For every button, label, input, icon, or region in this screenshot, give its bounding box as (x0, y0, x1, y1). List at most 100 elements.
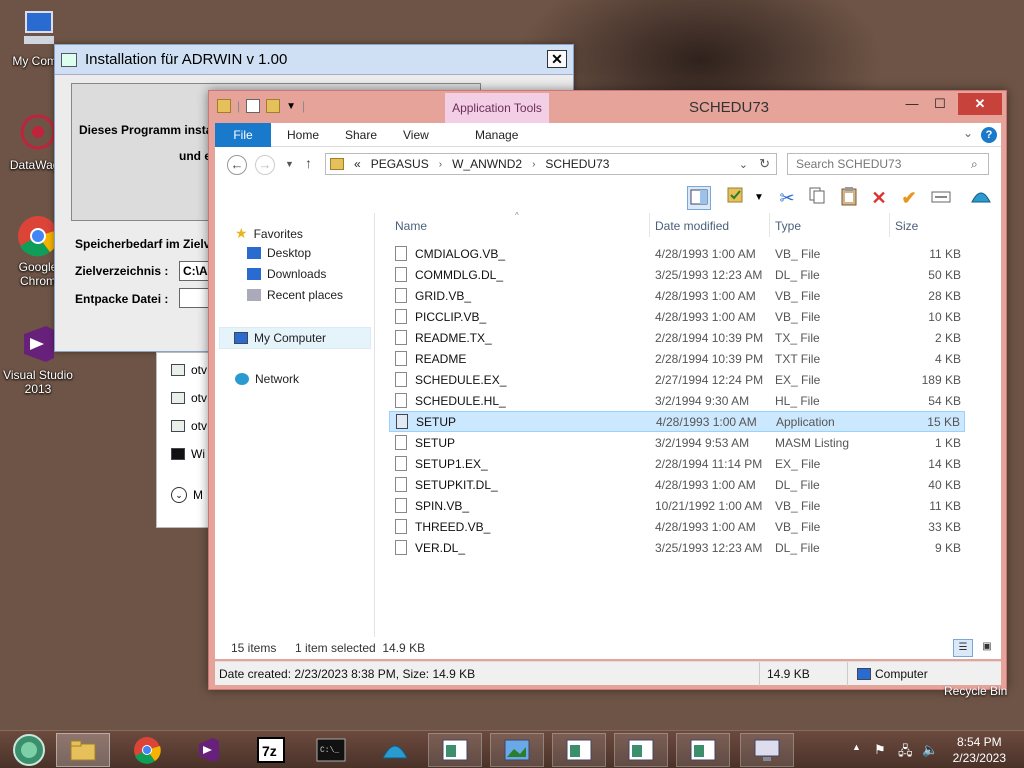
taskbar-command-prompt[interactable]: C:\_ (304, 733, 358, 767)
table-row[interactable]: PICCLIP.VB_ 4/28/1993 1:00 AM VB_ File 10 K… (389, 306, 965, 327)
installer-close-button[interactable]: ✕ (547, 50, 567, 68)
installer-titlebar[interactable]: Installation für ADRWIN v 1.00 (55, 45, 573, 75)
taskbar-window-5[interactable] (676, 733, 730, 767)
help-icon[interactable]: ? (981, 127, 997, 143)
recycle-bin-label[interactable]: Recycle Bin (944, 684, 1007, 698)
shell-icon[interactable] (969, 186, 993, 210)
taskbar-window-2[interactable] (490, 733, 544, 767)
network-tray-icon[interactable]: 🖧 (898, 742, 913, 764)
table-row[interactable]: SPIN.VB_ 10/21/1992 1:00 AM VB_ File 11 KB (389, 495, 965, 516)
table-row[interactable]: SETUPKIT.DL_ 4/28/1993 1:00 AM DL_ File 40 … (389, 474, 965, 495)
maximize-button[interactable]: ☐ (926, 93, 954, 115)
separator: | (302, 99, 306, 113)
file-size: 28 KB (928, 288, 961, 303)
paste-icon[interactable] (837, 186, 861, 210)
delete-icon[interactable]: ✕ (867, 186, 891, 210)
chevron-right-icon[interactable]: › (532, 159, 535, 170)
column-divider[interactable] (769, 213, 770, 237)
action-center-flag-icon[interactable]: ⚑ (874, 742, 886, 758)
address-dropdown-icon[interactable]: ⌄ (739, 158, 748, 171)
list-item[interactable]: otv (171, 391, 207, 405)
taskbar-window-1[interactable] (428, 733, 482, 767)
explorer-titlebar[interactable]: | ▼ | Application Tools SCHEDU73 — ☐ ✕ (209, 91, 1006, 123)
new-folder-icon[interactable] (266, 99, 281, 113)
address-field[interactable]: « PEGASUS › W_ANWND2 › SCHEDU73 ⌄ ↻ (325, 153, 777, 175)
show-hidden-icons[interactable]: ▲ (852, 742, 861, 752)
tab-view[interactable]: View (403, 123, 429, 147)
folder-icon[interactable] (217, 99, 231, 113)
table-row[interactable]: SETUP1.EX_ 2/28/1994 11:14 PM EX_ File 14 K… (389, 453, 965, 474)
table-row[interactable]: VER.DL_ 3/25/1993 12:23 AM DL_ File 9 KB (389, 537, 965, 558)
list-item[interactable]: otv (171, 363, 207, 377)
tab-file[interactable]: File (215, 123, 271, 147)
back-button[interactable]: ← (227, 155, 247, 175)
nav-item-favorites[interactable]: ★ Favorites (235, 225, 303, 242)
close-button[interactable]: ✕ (958, 93, 1002, 115)
table-row[interactable]: README.TX_ 2/28/1994 10:39 PM TX_ File 2 KB (389, 327, 965, 348)
table-row[interactable]: CMDIALOG.VB_ 4/28/1993 1:00 AM VB_ File 11 … (389, 243, 965, 264)
taskbar-app-shell[interactable] (368, 733, 422, 767)
taskbar-window-3[interactable] (552, 733, 606, 767)
up-button[interactable]: ↑ (305, 155, 312, 171)
large-icons-view-icon[interactable]: ▣ (977, 639, 997, 657)
properties-icon[interactable] (246, 99, 261, 113)
table-row[interactable]: GRID.VB_ 4/28/1993 1:00 AM VB_ File 28 KB (389, 285, 965, 306)
breadcrumb-item[interactable]: PEGASUS (371, 157, 429, 171)
quick-access-toolbar: | ▼ | (217, 99, 305, 113)
details-view-icon[interactable]: ☰ (953, 639, 973, 657)
breadcrumb-item[interactable]: W_ANWND2 (452, 157, 522, 171)
list-item[interactable]: otv (171, 419, 207, 433)
column-header-date[interactable]: Date modified (655, 219, 729, 233)
breadcrumb-item[interactable]: SCHEDU73 (545, 157, 609, 171)
ribbon-expand-icon[interactable]: ⌄ (963, 126, 973, 140)
column-header-type[interactable]: Type (775, 219, 801, 233)
column-divider[interactable] (889, 213, 890, 237)
list-item[interactable]: ⌄ M (171, 487, 203, 503)
table-row[interactable]: SETUP 3/2/1994 9:53 AM MASM Listing 1 KB (389, 432, 965, 453)
taskbar-clock[interactable]: 8:54 PM 2/23/2023 (953, 734, 1006, 766)
column-header-name[interactable]: Name (395, 219, 427, 233)
tab-share[interactable]: Share (345, 123, 377, 147)
nav-item-recent[interactable]: Recent places (247, 288, 343, 302)
tab-home[interactable]: Home (287, 123, 319, 147)
start-button[interactable] (2, 733, 56, 767)
dropdown-icon[interactable]: ▼ (747, 186, 771, 210)
taskbar-window-4[interactable] (614, 733, 668, 767)
nav-item-desktop[interactable]: Desktop (247, 246, 311, 260)
column-header-size[interactable]: Size (895, 219, 918, 233)
list-item[interactable]: Wi (171, 447, 205, 461)
taskbar-visual-studio[interactable] (182, 733, 236, 767)
file-name: GRID.VB_ (415, 288, 472, 303)
recent-locations-icon[interactable]: ▼ (285, 159, 294, 169)
taskbar-7zip[interactable]: 7z (244, 733, 298, 767)
taskbar-file-explorer[interactable] (56, 733, 110, 767)
breadcrumb-overflow[interactable]: « (354, 157, 361, 171)
copy-icon[interactable] (805, 186, 829, 210)
cut-icon[interactable]: ✂ (775, 186, 799, 210)
minimize-button[interactable]: — (898, 93, 926, 115)
nav-item-my-computer[interactable]: My Computer (219, 327, 371, 349)
table-row[interactable]: SETUP 4/28/1993 1:00 AM Application 15 KB (389, 411, 965, 432)
forward-button[interactable]: → (255, 155, 275, 175)
qat-dropdown-icon[interactable]: ▼ (286, 101, 296, 112)
table-row[interactable]: SCHEDULE.HL_ 3/2/1994 9:30 AM HL_ File 54 K… (389, 390, 965, 411)
rename-check-icon[interactable]: ✔ (897, 186, 921, 210)
volume-icon[interactable]: 🔈 (922, 742, 938, 758)
chevron-right-icon[interactable]: › (439, 159, 442, 170)
keyboard-icon[interactable] (929, 186, 953, 210)
column-divider[interactable] (649, 213, 650, 237)
properties-icon[interactable] (723, 186, 747, 210)
nav-item-network[interactable]: Network (235, 372, 299, 386)
nav-item-downloads[interactable]: Downloads (247, 267, 326, 281)
taskbar-chrome[interactable] (120, 733, 174, 767)
tab-manage[interactable]: Manage (475, 123, 518, 147)
table-row[interactable]: SCHEDULE.EX_ 2/27/1994 12:24 PM EX_ File 18… (389, 369, 965, 390)
search-input[interactable]: Search SCHEDU73 (787, 153, 989, 175)
refresh-icon[interactable]: ↻ (759, 156, 770, 172)
table-row[interactable]: THREED.VB_ 4/28/1993 1:00 AM VB_ File 33 KB (389, 516, 965, 537)
table-row[interactable]: README 2/28/1994 10:39 PM TXT File 4 KB (389, 348, 965, 369)
preview-pane-icon[interactable] (687, 186, 711, 210)
taskbar-window-6[interactable] (740, 733, 794, 767)
table-row[interactable]: COMMDLG.DL_ 3/25/1993 12:23 AM DL_ File 50 … (389, 264, 965, 285)
search-icon[interactable]: ⌕ (971, 157, 978, 172)
